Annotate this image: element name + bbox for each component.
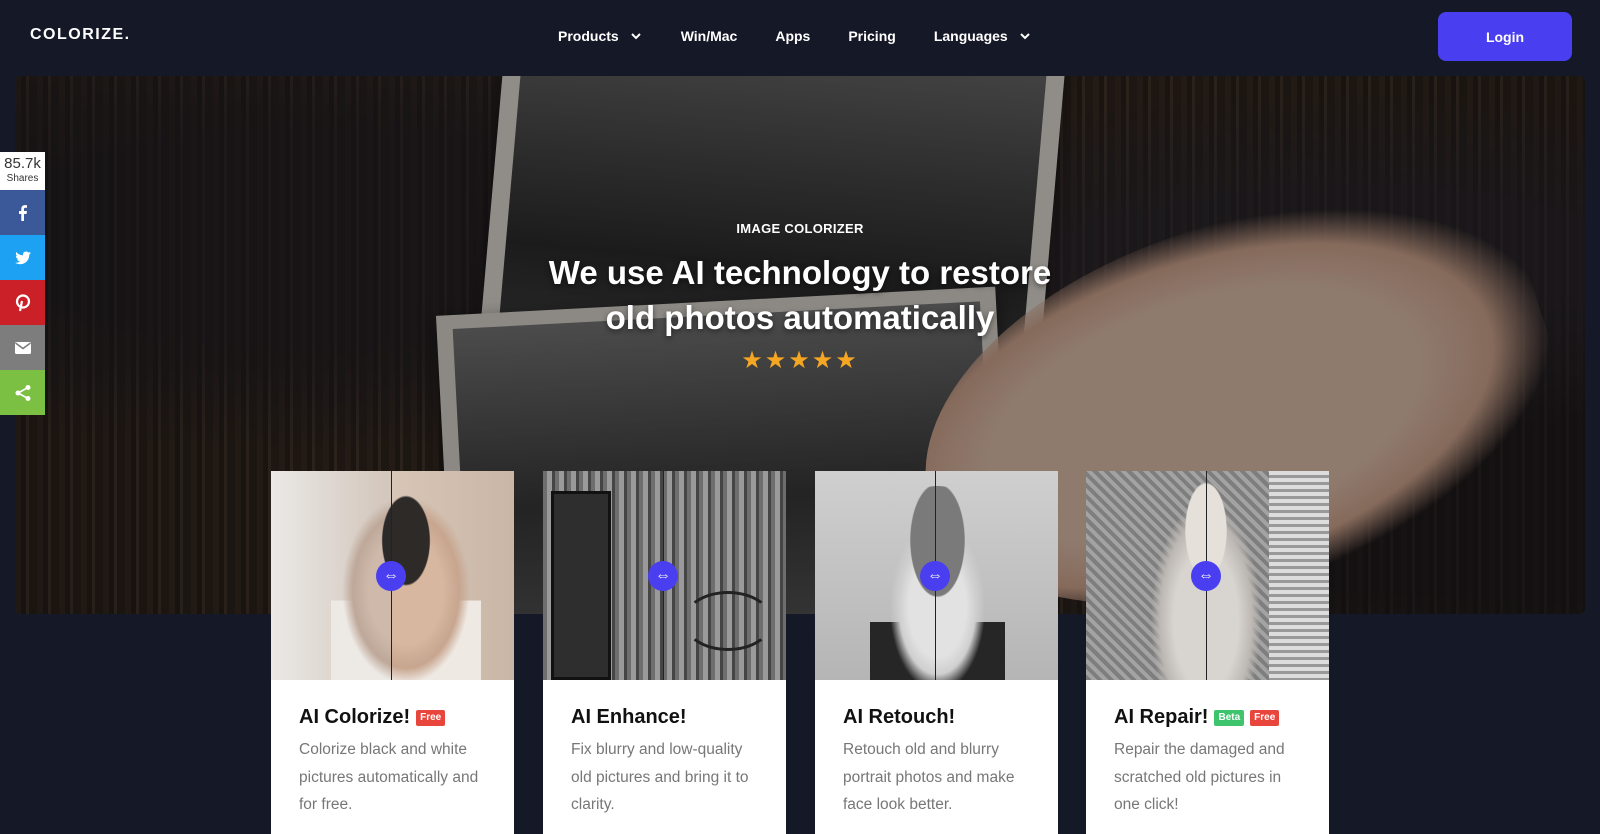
card-colorize[interactable]: ⇔ AI Colorize! Free Colorize black and w…	[271, 471, 514, 834]
facebook-share-button[interactable]	[0, 190, 45, 235]
hero-title-line2: old photos automatically	[605, 299, 995, 336]
nav-apps-label: Apps	[775, 28, 811, 44]
card-retouch-desc: Retouch old and blurry portrait photos a…	[843, 741, 1015, 813]
hero-kicker: IMAGE COLORIZER	[736, 221, 864, 236]
login-button[interactable]: Login	[1438, 12, 1572, 61]
pinterest-share-button[interactable]	[0, 280, 45, 325]
nav-languages[interactable]: Languages	[934, 24, 1032, 48]
free-badge: Free	[1250, 709, 1280, 726]
more-share-button[interactable]	[0, 370, 45, 415]
nav-products[interactable]: Products	[558, 24, 643, 48]
hero-overlay	[15, 76, 1585, 614]
card-retouch-title-text: AI Retouch!	[843, 706, 956, 728]
nav-pricing[interactable]: Pricing	[848, 24, 895, 48]
top-nav: COLORIZE. Products Win/Mac Apps Pricing …	[0, 0, 1600, 75]
card-colorize-title: AI Colorize! Free	[299, 706, 446, 729]
chevron-down-icon	[630, 33, 641, 40]
compare-slider-handle[interactable]: ⇔	[376, 561, 406, 591]
card-retouch[interactable]: ⇔ AI Retouch! Retouch old and blurry por…	[815, 471, 1058, 834]
share-count: 85.7k Shares	[0, 152, 45, 190]
logo[interactable]: COLORIZE.	[30, 26, 131, 44]
hero-title: We use AI technology to restore old phot…	[500, 250, 1100, 340]
nav-pricing-label: Pricing	[848, 28, 896, 44]
nav-languages-label: Languages	[933, 28, 1008, 44]
chevron-down-icon	[1020, 33, 1030, 40]
nav-apps[interactable]: Apps	[775, 24, 810, 48]
share-count-label: Shares	[6, 173, 39, 184]
hero-banner	[15, 76, 1585, 614]
main-menu: Products Win/Mac Apps Pricing Languages	[558, 24, 1070, 48]
beta-badge: Beta	[1214, 709, 1245, 726]
pinterest-icon	[15, 293, 30, 311]
compare-slider-handle[interactable]: ⇔	[648, 561, 678, 591]
card-repair[interactable]: ⇔ AI Repair! Beta Free Repair the damage…	[1086, 471, 1329, 834]
card-repair-title: AI Repair! Beta Free	[1114, 706, 1280, 729]
card-enhance-title: AI Enhance!	[571, 706, 687, 729]
card-repair-desc: Repair the damaged and scratched old pic…	[1114, 741, 1285, 813]
compare-slider-handle[interactable]: ⇔	[920, 561, 950, 591]
card-repair-image: ⇔	[1086, 471, 1329, 680]
rating-stars: ★★★★★	[741, 347, 859, 374]
twitter-share-button[interactable]	[0, 235, 45, 280]
nav-products-label: Products	[558, 28, 619, 44]
nav-win-mac[interactable]: Win/Mac	[681, 24, 738, 48]
email-share-button[interactable]	[0, 325, 45, 370]
card-retouch-title: AI Retouch!	[843, 706, 955, 729]
card-enhance-desc: Fix blurry and low-quality old pictures …	[571, 741, 749, 813]
card-repair-title-text: AI Repair!	[1114, 706, 1209, 728]
card-enhance-title-text: AI Enhance!	[571, 706, 687, 728]
card-enhance-image: ⇔	[543, 471, 786, 680]
nav-win-mac-label: Win/Mac	[680, 28, 738, 44]
hero-title-line1: We use AI technology to restore	[548, 254, 1052, 291]
email-icon	[14, 341, 31, 354]
share-icon	[15, 384, 30, 401]
card-retouch-image: ⇔	[815, 471, 1058, 680]
free-badge: Free	[416, 709, 446, 726]
card-colorize-desc: Colorize black and white pictures automa…	[299, 741, 479, 813]
compare-slider-handle[interactable]: ⇔	[1191, 561, 1221, 591]
card-enhance[interactable]: ⇔ AI Enhance! Fix blurry and low-quality…	[543, 471, 786, 834]
card-colorize-image: ⇔	[271, 471, 514, 680]
card-colorize-title-text: AI Colorize!	[299, 706, 411, 728]
twitter-icon	[14, 251, 31, 264]
facebook-icon	[18, 204, 27, 221]
share-count-number: 85.7k	[4, 155, 41, 172]
